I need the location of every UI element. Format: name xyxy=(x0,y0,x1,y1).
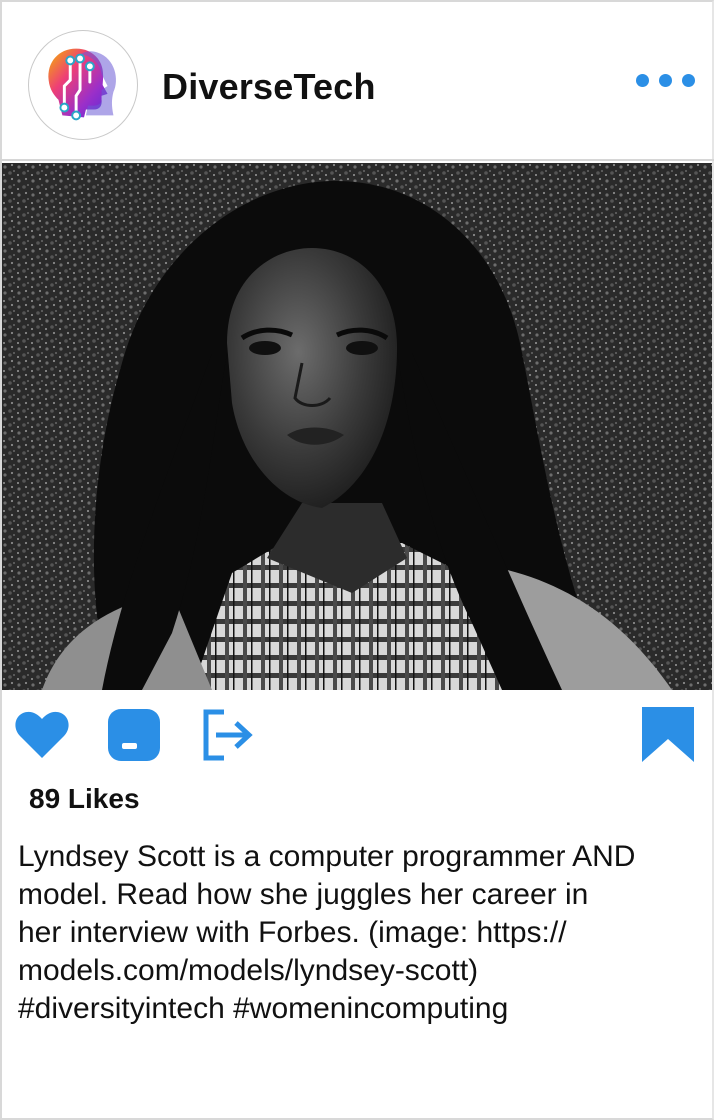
brain-circuit-logo-icon xyxy=(48,48,116,121)
caption-line: Lyndsey Scott is a computer programmer A… xyxy=(18,840,636,873)
more-dots-icon[interactable] xyxy=(636,74,696,88)
heart-icon[interactable] xyxy=(14,710,70,760)
portrait-photo xyxy=(2,163,712,690)
post-header: DiverseTech xyxy=(0,0,714,161)
caption-line: models.com/models/lyndsey-scott) xyxy=(18,954,479,987)
caption-line: #diversityintech #womenincomputing xyxy=(18,992,509,1025)
post-image[interactable] xyxy=(2,163,712,690)
comment-icon[interactable] xyxy=(107,708,161,762)
share-icon[interactable] xyxy=(202,708,254,762)
caption-line: model. Read how she juggles her career i… xyxy=(18,878,589,911)
account-name[interactable]: DiverseTech xyxy=(162,66,376,108)
post-actions xyxy=(0,690,714,770)
bookmark-icon[interactable] xyxy=(642,707,694,762)
likes-count[interactable]: 89 Likes xyxy=(29,783,140,815)
post-caption: Lyndsey Scott is a computer programmer A… xyxy=(18,838,708,1028)
account-avatar[interactable] xyxy=(28,30,138,140)
caption-line: her interview with Forbes. (image: https… xyxy=(18,916,567,949)
